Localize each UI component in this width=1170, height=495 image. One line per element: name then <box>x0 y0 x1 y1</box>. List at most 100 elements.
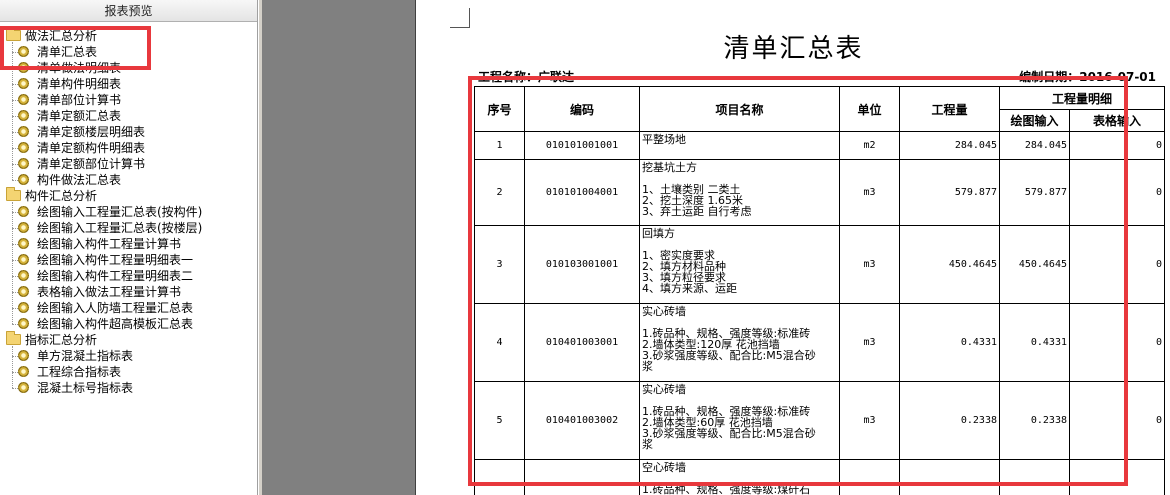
tree-item[interactable]: 清单定额汇总表 <box>18 108 121 124</box>
col-header-table-input: 表格输入 <box>1068 109 1166 132</box>
tree-item[interactable]: 清单做法明细表 <box>18 60 121 76</box>
tree-item-label: 清单部位计算书 <box>37 93 122 107</box>
report-gear-icon <box>18 366 29 377</box>
report-gear-icon <box>18 126 29 137</box>
tree-item[interactable]: 构件做法汇总表 <box>18 172 121 188</box>
item-feature-line: 1.砖品种、规格、强度等级:煤矸石 <box>642 483 811 495</box>
cell-unit <box>839 459 900 495</box>
tree-item[interactable]: 工程综合指标表 <box>18 364 121 380</box>
tree-item-label: 绘图输入构件工程量明细表二 <box>37 269 194 283</box>
tree-item-label: 清单定额汇总表 <box>37 109 122 123</box>
report-gear-icon <box>18 270 29 281</box>
col-header-code: 编码 <box>524 86 640 132</box>
tree-item[interactable]: 绘图输入工程量汇总表(按楼层) <box>18 220 202 236</box>
tree-item-label: 清单定额构件明细表 <box>37 141 146 155</box>
cell-table-input: 0 <box>1068 381 1166 460</box>
item-feature-line: 4、填方来源、运距 <box>642 282 737 295</box>
item-feature-line: 3.砂浆强度等级、配合比:M5混合砂 <box>642 427 816 440</box>
cell-quantity: 450.4645 <box>899 225 1000 304</box>
tree-item-label: 做法汇总分析 <box>25 29 98 43</box>
item-feature-line: 浆 <box>642 438 653 451</box>
report-gear-icon <box>18 382 29 393</box>
tree-folder[interactable]: 指标汇总分析 <box>6 331 98 348</box>
cell-unit: m2 <box>839 131 900 160</box>
report-gear-icon <box>18 286 29 297</box>
cell-unit: m3 <box>839 225 900 304</box>
report-gear-icon <box>18 254 29 265</box>
cell-draw-input: 284.045 <box>999 131 1070 160</box>
tree-item-label: 工程综合指标表 <box>37 365 122 379</box>
tree-item[interactable]: 单方混凝土指标表 <box>18 348 133 364</box>
tree-item-label: 绘图输入工程量汇总表(按楼层) <box>37 221 203 235</box>
col-header-quantity: 工程量 <box>899 86 1000 132</box>
cell-seq: 2 <box>474 159 525 226</box>
item-feature-line: 3、弃土运距 自行考虑 <box>642 205 752 218</box>
tree-item[interactable]: 绘图输入构件工程量明细表二 <box>18 268 193 284</box>
tree-folder[interactable]: 做法汇总分析 <box>6 27 98 44</box>
cell-draw-input: 450.4645 <box>999 225 1070 304</box>
tree-item[interactable]: 清单构件明细表 <box>18 76 121 92</box>
cell-draw-input: 0.4331 <box>999 303 1070 382</box>
tree-item[interactable]: 绘图输入工程量汇总表(按构件) <box>18 204 202 220</box>
tree-item[interactable]: 清单定额构件明细表 <box>18 140 145 156</box>
table-row: 4 010401003001 实心砖墙 1.砖品种、规格、强度等级:标准砖 2.墙体类型… <box>474 303 1166 382</box>
tree-item-label: 清单汇总表 <box>37 45 98 59</box>
cell-quantity: 0.2338 <box>899 381 1000 460</box>
report-gear-icon <box>18 350 29 361</box>
cell-item-name: 平整场地 <box>639 131 840 160</box>
tree-item[interactable]: 清单定额部位计算书 <box>18 156 145 172</box>
item-feature-line: 浆 <box>642 360 653 373</box>
tree-item-label: 指标汇总分析 <box>25 333 98 347</box>
compile-date: 编制日期：2016-07-01 <box>1019 70 1156 84</box>
cell-seq <box>474 459 525 495</box>
report-gear-icon <box>18 46 29 57</box>
cell-unit: m3 <box>839 381 900 460</box>
item-title: 回填方 <box>642 227 675 240</box>
col-header-seq: 序号 <box>474 86 525 132</box>
tree-item-label: 清单做法明细表 <box>37 61 122 75</box>
cell-quantity: 284.045 <box>899 131 1000 160</box>
cell-table-input: 0 <box>1068 159 1166 226</box>
cell-item-name: 挖基坑土方 1、土壤类别 二类土 2、挖土深度 1.65米 3、弃土运距 自行考虑 <box>639 159 840 226</box>
report-gear-icon <box>18 110 29 121</box>
tree-item[interactable]: 清单汇总表 <box>18 44 97 60</box>
cell-item-name: 实心砖墙 1.砖品种、规格、强度等级:标准砖 2.墙体类型:60厚 花池挡墙 3.砂浆… <box>639 381 840 460</box>
item-feature-line: 3.砂浆强度等级、配合比:M5混合砂 <box>642 349 816 362</box>
report-gear-icon <box>18 174 29 185</box>
tree-item[interactable]: 绘图输入构件超高模板汇总表 <box>18 316 193 332</box>
report-gear-icon <box>18 158 29 169</box>
report-gear-icon <box>18 238 29 249</box>
cell-quantity: 0.4331 <box>899 303 1000 382</box>
tree-item-label: 绘图输入构件工程量计算书 <box>37 237 182 251</box>
tree-item[interactable]: 绘图输入构件工程量明细表一 <box>18 252 193 268</box>
tree-item[interactable]: 混凝土标号指标表 <box>18 380 133 396</box>
report-gear-icon <box>18 78 29 89</box>
tree-item-label: 绘图输入构件工程量明细表一 <box>37 253 194 267</box>
tree-item-label: 清单定额部位计算书 <box>37 157 146 171</box>
table-row: 1 010101001001 平整场地 m2 284.045 284.045 0 <box>474 131 1166 160</box>
tree-item[interactable]: 绘图输入构件工程量计算书 <box>18 236 181 252</box>
cell-unit: m3 <box>839 303 900 382</box>
table-row: 空心砖墙 1.砖品种、规格、强度等级:煤矸石 <box>474 459 1166 495</box>
tree-item-label: 绘图输入工程量汇总表(按构件) <box>37 205 203 219</box>
tree-item[interactable]: 绘图输入人防墙工程量汇总表 <box>18 300 193 316</box>
report-gear-icon <box>18 62 29 73</box>
tree-item[interactable]: 表格输入做法工程量计算书 <box>18 284 181 300</box>
cell-seq: 5 <box>474 381 525 460</box>
tree-guide-line <box>12 346 13 388</box>
tree-item[interactable]: 清单定额楼层明细表 <box>18 124 145 140</box>
tree-item[interactable]: 清单部位计算书 <box>18 92 121 108</box>
item-title: 挖基坑土方 <box>642 161 697 174</box>
tree-item-label: 表格输入做法工程量计算书 <box>37 285 182 299</box>
folder-icon <box>6 27 21 41</box>
col-header-detail: 工程量明细 <box>998 86 1166 110</box>
tree-item-label: 单方混凝土指标表 <box>37 349 134 363</box>
tree-item-label: 构件做法汇总表 <box>37 173 122 187</box>
cell-draw-input: 0.2338 <box>999 381 1070 460</box>
item-title: 平整场地 <box>642 133 686 146</box>
cell-seq: 1 <box>474 131 525 160</box>
report-gear-icon <box>18 302 29 313</box>
item-title: 实心砖墙 <box>642 305 686 318</box>
tree-folder[interactable]: 构件汇总分析 <box>6 187 97 204</box>
cell-item-name: 空心砖墙 1.砖品种、规格、强度等级:煤矸石 <box>639 459 840 495</box>
